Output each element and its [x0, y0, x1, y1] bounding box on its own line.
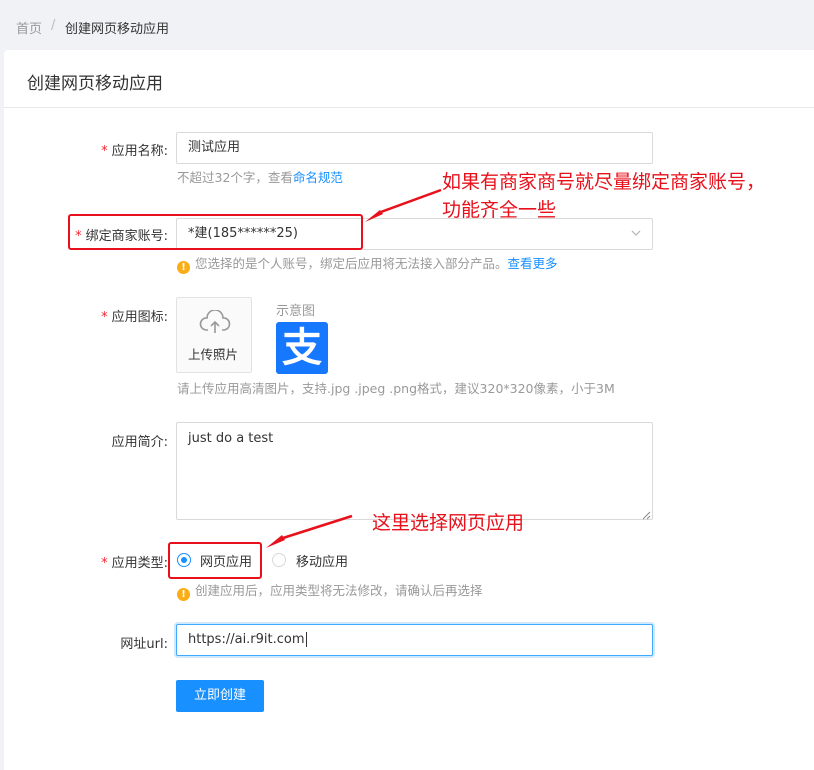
type-warning-text: 创建应用后，应用类型将无法修改，请确认后再选择 [195, 583, 483, 598]
merchant-note-line1: 如果有商家商号就尽量绑定商家账号， [442, 171, 766, 193]
resize-handle-icon[interactable] [642, 509, 651, 524]
type-warning: ! 创建应用后，应用类型将无法修改，请确认后再选择 [177, 580, 483, 601]
naming-rules-link[interactable]: 命名规范 [293, 170, 343, 185]
merchant-arrow-icon [365, 188, 442, 222]
chevron-down-icon [630, 219, 642, 260]
page-title: 创建网页移动应用 [27, 74, 163, 94]
exclamation-circle-icon: ! [177, 588, 190, 601]
type-arrow-icon [266, 514, 353, 548]
merchant-note-line2: 功能齐全一些 [442, 199, 557, 221]
upload-button[interactable]: 上传照片 [176, 297, 252, 373]
required-mark: * [101, 144, 108, 159]
intro-textarea[interactable]: just do a test [176, 422, 653, 520]
app-name-input[interactable]: 测试应用 [176, 132, 653, 164]
icon-hint: 请上传应用高清图片，支持.jpg .jpeg .png格式，建议320*320像… [177, 381, 615, 396]
breadcrumb-separator: / [51, 18, 56, 33]
intro-label: 应用简介: [111, 435, 168, 450]
app-icon-label: * 应用图标: [18, 306, 168, 325]
text-cursor [305, 632, 307, 647]
create-button[interactable]: 立即创建 [176, 680, 264, 712]
app-icon-label-text: 应用图标: [111, 310, 168, 325]
cloud-upload-icon [199, 309, 231, 340]
type-label-text: 应用类型: [111, 556, 168, 571]
merchant-warning-text: 您选择的是个人账号，绑定后应用将无法接入部分产品。 [195, 256, 508, 271]
breadcrumb-current: 创建网页移动应用 [65, 22, 170, 37]
radio-mobile-app[interactable] [272, 553, 286, 567]
app-name-label: * 应用名称: [18, 140, 168, 159]
url-input[interactable]: https://ai.r9it.com [176, 624, 653, 656]
type-highlight-box [168, 542, 262, 579]
app-name-help-text: 不超过32个字，查看 [177, 170, 293, 185]
radio-mobile-app-label[interactable]: 移动应用 [296, 551, 348, 570]
merchant-warning: ! 您选择的是个人账号，绑定后应用将无法接入部分产品。查看更多 [177, 253, 558, 274]
app-name-label-text: 应用名称: [111, 144, 168, 159]
required-mark: * [101, 310, 108, 325]
upload-label: 上传照片 [188, 347, 239, 362]
sample-label: 示意图 [276, 304, 316, 319]
breadcrumb-home[interactable]: 首页 [16, 18, 42, 37]
exclamation-circle-icon: ! [177, 261, 190, 274]
app-name-help: 不超过32个字，查看命名规范 [177, 167, 343, 186]
merchant-highlight-box [68, 214, 363, 250]
url-input-value: https://ai.r9it.com [188, 632, 305, 647]
type-label: * 应用类型: [18, 552, 168, 571]
alipay-sample-icon: 支 [276, 322, 328, 374]
required-mark: * [101, 556, 108, 571]
type-note: 这里选择网页应用 [372, 512, 525, 534]
url-label: 网址url: [120, 637, 168, 652]
see-more-link[interactable]: 查看更多 [508, 256, 558, 271]
